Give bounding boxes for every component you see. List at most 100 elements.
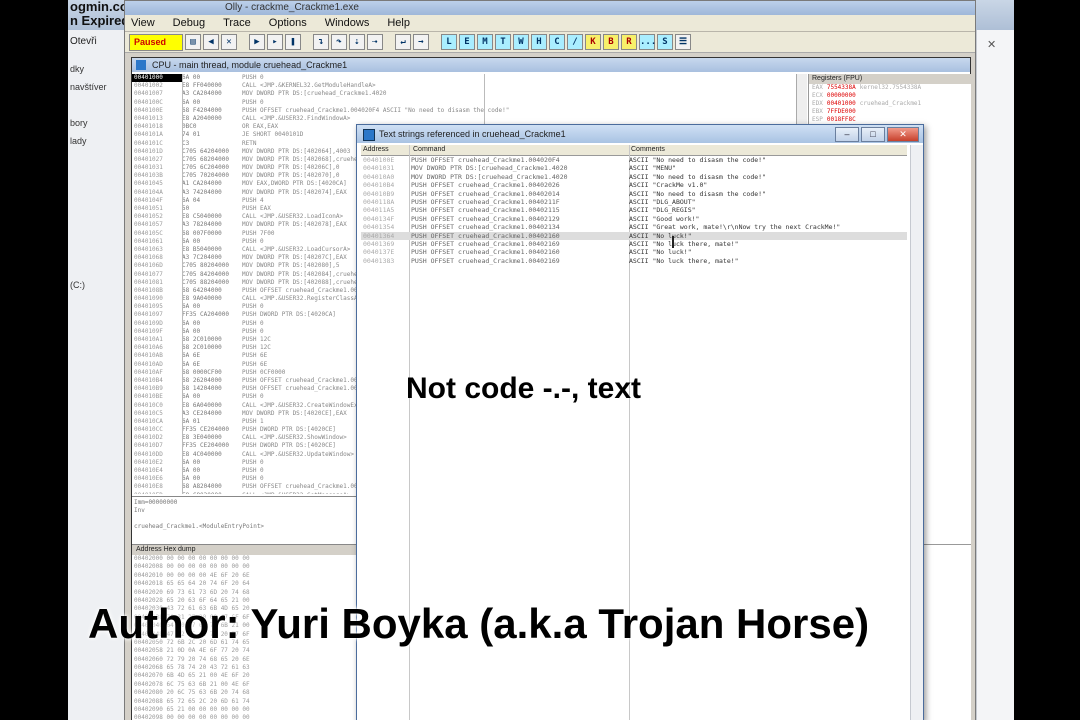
trace-into-icon[interactable]: ⇣ (349, 34, 365, 50)
row-address: 00401018 (134, 123, 163, 131)
toolbar-letter-button[interactable]: H (531, 34, 547, 50)
table-row[interactable]: 004010A0 MOV DWORD PTR DS:[cruehead_Crack… (361, 173, 907, 181)
disassembly-row[interactable]: 00401000 6A 00 PUSH 0 (132, 74, 796, 83)
toolbar-letter-button[interactable]: L (441, 34, 457, 50)
disassembly-row[interactable]: 00401002 E8 FF040000 CALL <JMP.&KERNEL32.G… (132, 82, 796, 90)
table-row[interactable]: 00401354 PUSH OFFSET cruehead_Crackme1.00… (361, 223, 907, 231)
table-row[interactable]: 004011A5 PUSH OFFSET cruehead_Crackme1.00… (361, 206, 907, 214)
table-row[interactable]: 00401031 MOV DWORD PTR DS:[cruehead_Crack… (361, 164, 907, 172)
dump-row[interactable]: 00402070 6B 4D 65 21 00 4E 6F 20 (132, 672, 360, 680)
sidebar-item[interactable]: lady (68, 132, 128, 150)
register-row[interactable]: EDX 00401000 cruehead_Crackme1 (809, 100, 971, 108)
toolbar-letter-button[interactable]: E (459, 34, 475, 50)
disassembly-row[interactable]: 00401013 E8 A2040000 CALL <JMP.&USER32.Fin… (132, 115, 796, 123)
disassembly-row[interactable]: 00401007 A3 CA204000 MOV DWORD PTR DS:[cru… (132, 90, 796, 98)
sidebar-item[interactable] (68, 204, 128, 222)
open-icon[interactable]: ▤ (185, 34, 201, 50)
dump-row[interactable]: 00402058 21 0D 0A 4E 6F 77 20 74 (132, 647, 360, 655)
screen-frame: ogmin.com n Expired Otevři dky navštíver b… (68, 0, 1014, 720)
menu-item[interactable]: Help (387, 17, 410, 29)
toolbar-letter-button[interactable]: / (567, 34, 583, 50)
column-header-comments[interactable]: Comments (631, 145, 665, 155)
dump-row[interactable]: 00402060 72 79 20 74 68 65 20 6E (132, 656, 360, 664)
disassembly-row[interactable]: 0040100E 68 F4204000 PUSH OFFSET cruehead_… (132, 107, 796, 115)
column-header-command[interactable]: Command (413, 145, 445, 155)
step-icon[interactable]: ▸ (267, 34, 283, 50)
dump-row[interactable]: 00402080 20 6C 75 63 6B 20 74 68 (132, 689, 360, 697)
register-row[interactable]: EAX 7554338A kernel32.7554338A (809, 84, 971, 92)
toolbar-letter-button[interactable]: M (477, 34, 493, 50)
goto-icon[interactable]: → (413, 34, 429, 50)
toolbar-letter-button[interactable]: ... (639, 34, 656, 50)
table-row[interactable]: 0040134F PUSH OFFSET cruehead_Crackme1.00… (361, 215, 907, 223)
table-row[interactable]: 004010B9 PUSH OFFSET cruehead_Crackme1.00… (361, 190, 907, 198)
table-row[interactable]: 00401383 PUSH OFFSET cruehead_Crackme1.00… (361, 257, 907, 265)
dump-row[interactable]: 00402098 00 00 00 00 00 00 00 00 (132, 714, 360, 720)
dump-row[interactable]: 00402078 6C 75 63 6B 21 00 4E 6F (132, 681, 360, 689)
menu-item[interactable]: Windows (325, 17, 370, 29)
dump-row[interactable]: 00402008 00 00 00 00 00 00 00 00 (132, 563, 360, 571)
sidebar-item[interactable]: navštíver (68, 78, 128, 96)
close-button[interactable]: ✕ (887, 127, 919, 142)
minimize-button[interactable]: – (835, 127, 859, 142)
table-row[interactable]: 0040137E PUSH OFFSET cruehead_Crackme1.00… (361, 248, 907, 256)
close-icon[interactable]: ✕ (987, 38, 996, 51)
row-command: MOV DWORD PTR DS:[402080],5 (242, 262, 340, 270)
background-address-label[interactable]: Otevři (68, 36, 130, 52)
trace-over-icon[interactable]: ⇢ (367, 34, 383, 50)
table-row[interactable]: 00401364 PUSH OFFSET cruehead_Crackme1.00… (361, 231, 907, 240)
toolbar-letter-button[interactable]: T (495, 34, 511, 50)
toolbar-letter-button[interactable]: R (621, 34, 637, 50)
menu-item[interactable]: Trace (223, 17, 251, 29)
dump-row[interactable]: 00402018 65 65 64 20 74 6F 20 64 (132, 580, 360, 588)
sidebar-item[interactable]: dky (68, 60, 128, 78)
sidebar-item[interactable] (68, 186, 128, 204)
dump-row[interactable]: 00402090 65 21 00 00 00 00 00 00 (132, 706, 360, 714)
disassembly-row[interactable]: 0040100C 6A 00 PUSH 0 (132, 99, 796, 107)
row-comment: ASCII "Good work!" (629, 214, 700, 223)
maximize-button[interactable]: □ (861, 127, 885, 142)
execute-till-return-icon[interactable]: ↵ (395, 34, 411, 50)
dump-row[interactable]: 00402020 69 73 61 73 6D 20 74 68 (132, 589, 360, 597)
dump-row[interactable]: 00402088 65 72 65 2C 20 6D 61 74 (132, 698, 360, 706)
toolbar-letter-button[interactable]: B (603, 34, 619, 50)
table-row[interactable]: 0040100E PUSH OFFSET cruehead_Crackme1.00… (361, 156, 907, 164)
menu-item[interactable]: View (131, 17, 155, 29)
row-hex: 6A 00 (182, 467, 201, 474)
toolbar-letter-button[interactable]: K (585, 34, 601, 50)
pause-icon[interactable]: ❚ (285, 34, 301, 50)
sidebar-item[interactable] (68, 222, 128, 240)
toolbar-letter-button[interactable]: C (549, 34, 565, 50)
table-row[interactable]: 0040118A PUSH OFFSET cruehead_Crackme1.00… (361, 198, 907, 206)
sidebar-item[interactable] (68, 168, 128, 186)
toolbar-letter-button[interactable]: S (657, 34, 673, 50)
text-strings-scrollbar[interactable] (910, 145, 923, 720)
register-row[interactable]: ESP 0018FF8C (809, 116, 971, 124)
dump-row[interactable]: 00402000 00 00 00 00 00 00 00 00 (132, 555, 360, 563)
row-hex: C3 (182, 139, 190, 147)
sidebar-item[interactable]: (C:) (68, 276, 128, 294)
list-icon[interactable]: ☰ (675, 34, 691, 50)
rewind-icon[interactable]: ◀ (203, 34, 219, 50)
sidebar-item[interactable] (68, 96, 128, 114)
register-row[interactable]: ECX 00000000 (809, 92, 971, 100)
sidebar-item[interactable] (68, 240, 128, 258)
run-icon[interactable]: ▶ (249, 34, 265, 50)
close-program-icon[interactable]: ✕ (221, 34, 237, 50)
sidebar-item[interactable]: bory (68, 114, 128, 132)
table-row[interactable]: 00401369 PUSH OFFSET cruehead_Crackme1.00… (361, 240, 907, 248)
sidebar-item[interactable] (68, 150, 128, 168)
row-hex: FF35 CE204000 (182, 442, 229, 450)
register-row[interactable]: EBX 7FFDE000 (809, 108, 971, 116)
toolbar-letter-button[interactable]: W (513, 34, 529, 50)
step-over-icon[interactable]: ↷ (331, 34, 347, 50)
step-into-icon[interactable]: ↴ (313, 34, 329, 50)
menu-item[interactable]: Debug (173, 17, 205, 29)
sidebar-item[interactable] (68, 258, 128, 276)
row-command: JE SHORT 0040101D (242, 131, 304, 139)
dump-row[interactable]: 00402068 65 78 74 20 43 72 61 63 (132, 664, 360, 672)
column-header-address[interactable]: Address (363, 145, 389, 155)
menu-item[interactable]: Options (269, 17, 307, 29)
dump-row[interactable]: 00402010 00 00 00 00 4E 6F 20 6E (132, 572, 360, 580)
table-row[interactable]: 004010B4 PUSH OFFSET cruehead_Crackme1.00… (361, 181, 907, 189)
